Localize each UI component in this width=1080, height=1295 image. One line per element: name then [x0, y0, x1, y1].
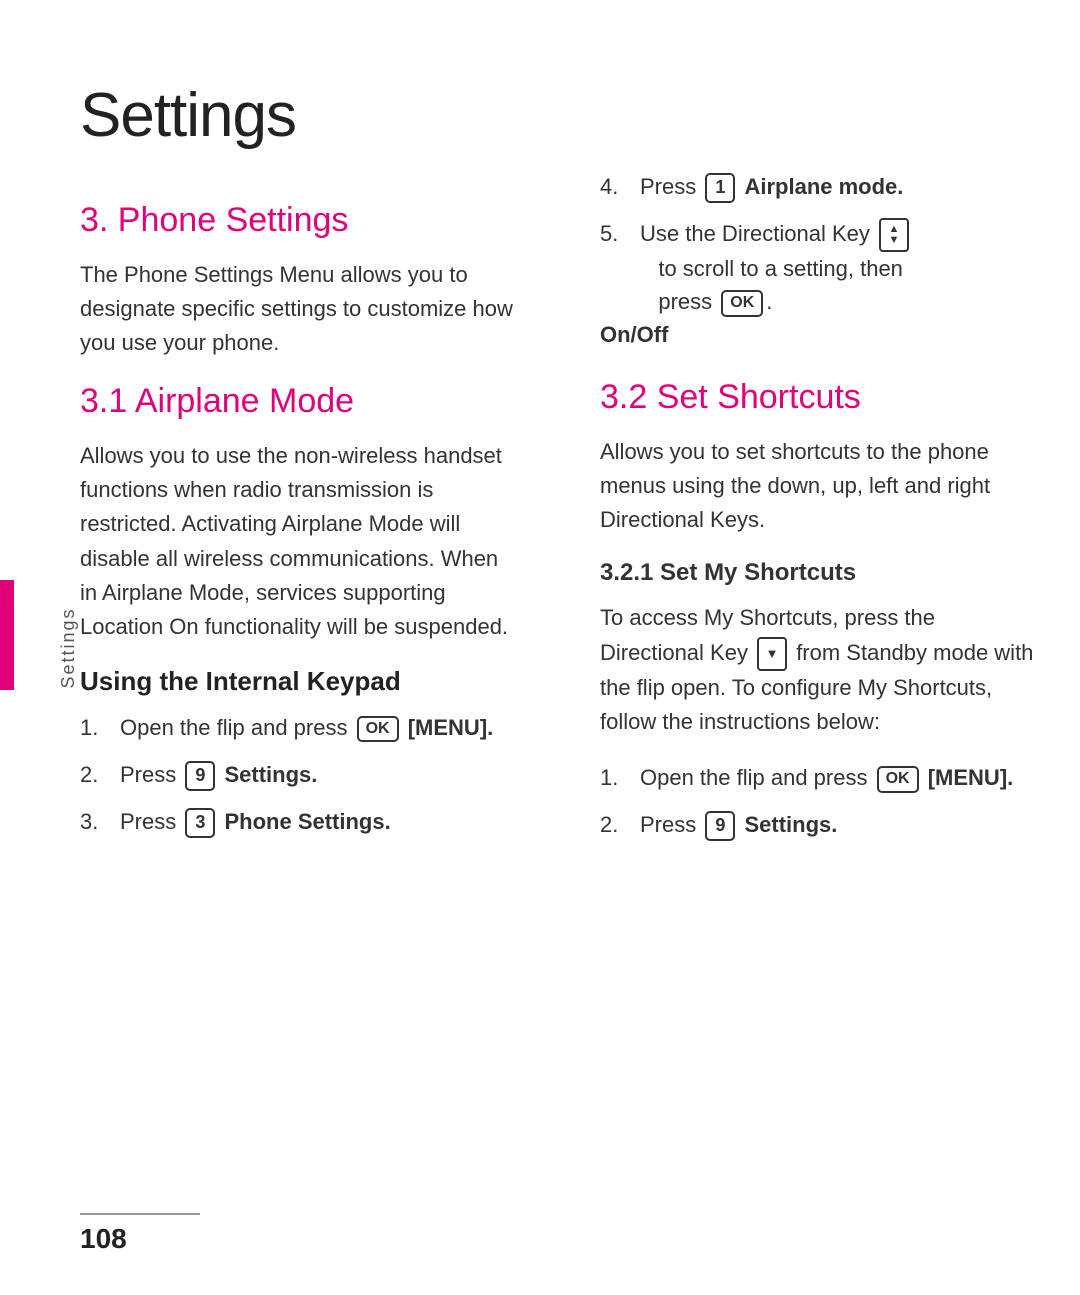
- ok-key-r1: OK: [877, 766, 919, 793]
- dir-key-shortcuts: ▼: [757, 637, 787, 671]
- step-2: 2. Press 9 Settings.: [80, 758, 520, 791]
- step-3-label: Phone Settings.: [224, 809, 390, 834]
- airplane-mode-body: Allows you to use the non-wireless hands…: [80, 439, 520, 644]
- step-4: 4. Press 1 Airplane mode.: [600, 170, 1040, 203]
- step-4-num: 4.: [600, 170, 632, 203]
- step-r2-num: 2.: [600, 808, 632, 841]
- section-321-heading: 3.2.1 Set My Shortcuts: [600, 559, 1040, 587]
- left-column: Settings 3. Phone Settings The Phone Set…: [80, 60, 570, 1235]
- step-r2: 2. Press 9 Settings.: [600, 808, 1040, 841]
- step-r1-content: Open the flip and press OK [MENU].: [640, 761, 1040, 794]
- step-1-content: Open the flip and press OK [MENU].: [120, 711, 520, 744]
- page-container: Settings 3. Phone Settings The Phone Set…: [0, 0, 1080, 1295]
- step-r2-label: Settings.: [744, 812, 837, 837]
- step-3-num: 3.: [80, 805, 112, 838]
- step-1: 1. Open the flip and press OK [MENU].: [80, 711, 520, 744]
- ok-key-step5: OK: [721, 290, 763, 317]
- step-4-label: Airplane mode.: [744, 174, 903, 199]
- section-3-heading: 3. Phone Settings: [80, 201, 520, 240]
- set-my-shortcuts-body: To access My Shortcuts, press the Direct…: [600, 601, 1040, 738]
- step-5-content: Use the Directional Key ▲ ▼ to scroll to…: [640, 217, 1040, 318]
- ok-key-step1: OK: [357, 716, 399, 743]
- step-r1-menu: [MENU].: [928, 765, 1014, 790]
- step-2-num: 2.: [80, 758, 112, 791]
- intro-text: The Phone Settings Menu allows you to de…: [80, 258, 520, 360]
- step-5-num: 5.: [600, 217, 632, 250]
- page-title: Settings: [80, 80, 520, 151]
- set-shortcuts-body: Allows you to set shortcuts to the phone…: [600, 435, 1040, 537]
- step-2-content: Press 9 Settings.: [120, 758, 520, 791]
- section-32-heading: 3.2 Set Shortcuts: [600, 378, 1040, 417]
- internal-keypad-heading: Using the Internal Keypad: [80, 666, 520, 697]
- step-4-content: Press 1 Airplane mode.: [640, 170, 1040, 203]
- key-1-step4: 1: [705, 173, 735, 202]
- step-1-num: 1.: [80, 711, 112, 744]
- page-number: 108: [80, 1223, 127, 1255]
- step-1-menu: [MENU].: [408, 715, 494, 740]
- main-content: Settings 3. Phone Settings The Phone Set…: [80, 60, 1040, 1235]
- step-3: 3. Press 3 Phone Settings.: [80, 805, 520, 838]
- step-2-label: Settings.: [224, 762, 317, 787]
- step-5: 5. Use the Directional Key ▲ ▼ to scroll…: [600, 217, 1040, 318]
- bottom-divider: [80, 1213, 200, 1215]
- section-31-heading: 3.1 Airplane Mode: [80, 382, 520, 421]
- key-9-step2: 9: [185, 761, 215, 790]
- step-3-content: Press 3 Phone Settings.: [120, 805, 520, 838]
- right-column: 4. Press 1 Airplane mode. 5. Use the Dir…: [570, 60, 1040, 1235]
- key-3-step3: 3: [185, 808, 215, 837]
- dir-key-step5: ▲ ▼: [879, 218, 909, 252]
- on-off-label: On/Off: [600, 322, 1040, 348]
- key-9-r2: 9: [705, 811, 735, 840]
- step-r1-num: 1.: [600, 761, 632, 794]
- step-r2-content: Press 9 Settings.: [640, 808, 1040, 841]
- step-r1: 1. Open the flip and press OK [MENU].: [600, 761, 1040, 794]
